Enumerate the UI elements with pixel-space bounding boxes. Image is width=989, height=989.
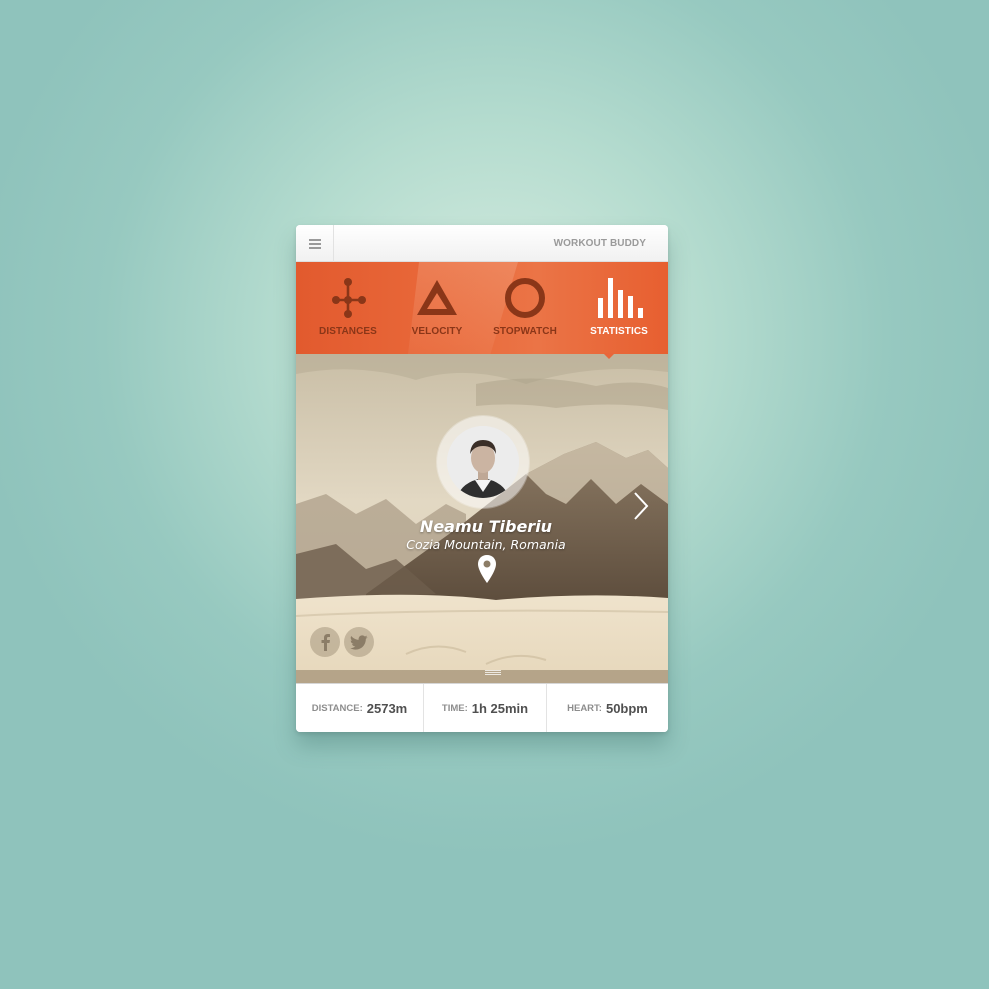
app-title: WORKOUT BUDDY: [553, 238, 646, 249]
facebook-icon[interactable]: [310, 627, 340, 657]
hero-image: Neamu Tiberiu Cozia Mountain, Romania: [296, 354, 668, 683]
workout-widget: WORKOUT BUDDY DISTANCES VELOCITY STOPWAT…: [296, 225, 668, 732]
profile-location: Cozia Mountain, Romania: [406, 537, 566, 552]
profile-name: Neamu Tiberiu: [419, 517, 553, 536]
twitter-icon[interactable]: [344, 627, 374, 657]
tab-label: DISTANCES: [319, 326, 377, 337]
stat-key: HEART:: [567, 703, 602, 714]
stat-time: TIME: 1h 25min: [424, 684, 546, 732]
active-tab-indicator: [603, 353, 615, 359]
hamburger-menu-icon[interactable]: [296, 225, 334, 262]
tab-statistics[interactable]: STATISTICS: [574, 262, 664, 354]
stat-value: 1h 25min: [471, 701, 529, 716]
stat-key: DISTANCE:: [311, 703, 363, 714]
triangle-icon: [414, 276, 460, 320]
stat-heart: HEART: 50bpm: [547, 684, 668, 732]
stat-value: 50bpm: [605, 701, 648, 716]
stat-value: 2573m: [366, 701, 408, 716]
stat-distance: DISTANCE: 2573m: [296, 684, 423, 732]
tab-bar: DISTANCES VELOCITY STOPWATCH STATISTICS: [296, 262, 668, 354]
bar-chart-icon: [595, 276, 643, 320]
tab-label: STATISTICS: [590, 326, 648, 337]
stat-key: TIME:: [441, 703, 468, 714]
location-pin-icon: [477, 554, 497, 589]
drag-handle[interactable]: [485, 670, 501, 675]
tab-velocity[interactable]: VELOCITY: [392, 262, 482, 354]
tab-distances[interactable]: DISTANCES: [303, 262, 393, 354]
avatar[interactable]: [447, 426, 519, 498]
tab-label: VELOCITY: [411, 326, 463, 337]
tab-label: STOPWATCH: [493, 326, 557, 337]
nodes-icon: [328, 276, 368, 320]
tab-stopwatch[interactable]: STOPWATCH: [480, 262, 570, 354]
stats-bar: DISTANCE: 2573m TIME: 1h 25min HEART: 50…: [296, 683, 668, 732]
chevron-right-icon[interactable]: [632, 490, 650, 527]
circle-icon: [503, 276, 547, 320]
top-bar: WORKOUT BUDDY: [296, 225, 668, 262]
